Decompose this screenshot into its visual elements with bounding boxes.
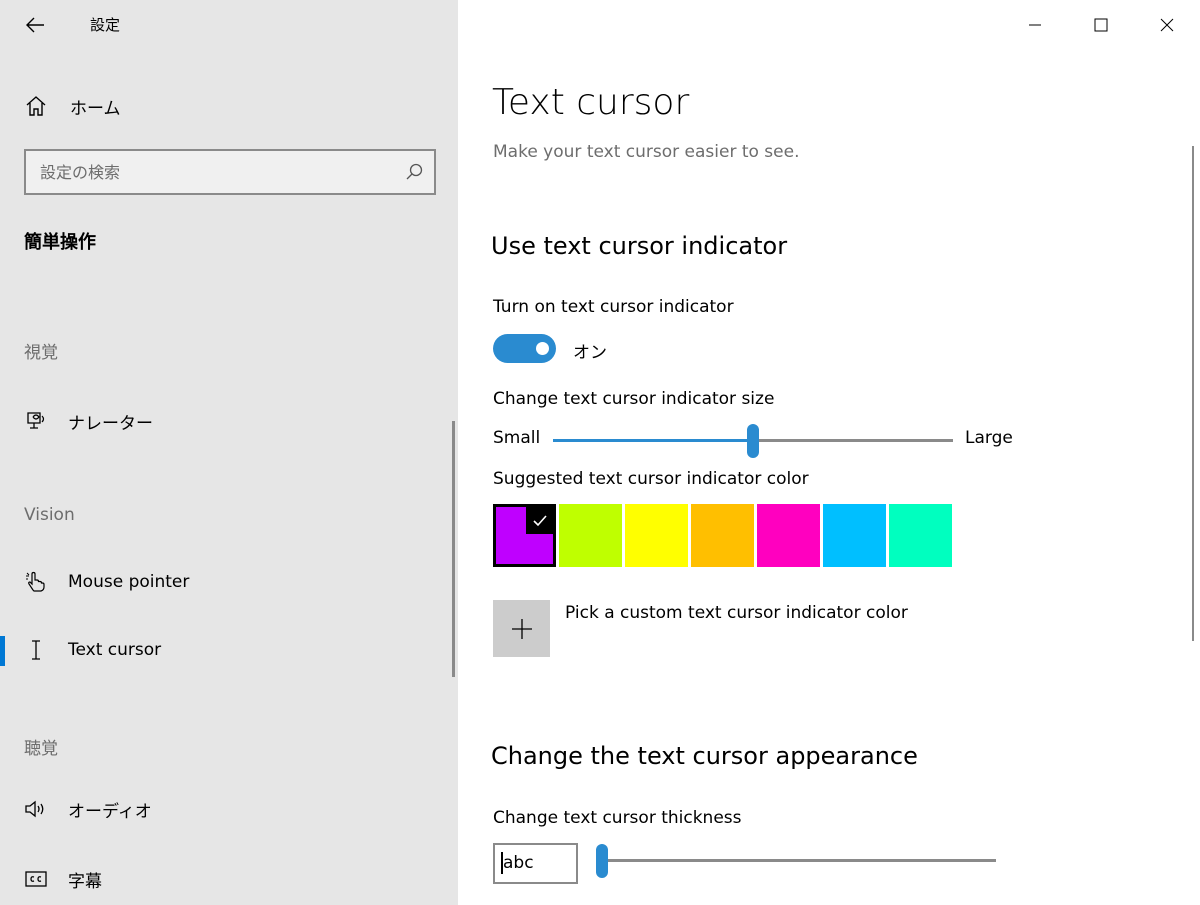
category-title: 簡単操作: [24, 232, 96, 253]
titlebar-left: 設定: [0, 0, 458, 50]
sidebar-item-mouse-pointer[interactable]: Mouse pointer: [0, 560, 458, 604]
sidebar: 設定 ホーム 簡単操作 視覚 ナレーター Vision Mouse point: [0, 0, 458, 905]
narrator-icon: [27, 412, 45, 429]
sidebar-scrollbar[interactable]: [452, 421, 455, 677]
page-title: Text cursor: [492, 82, 690, 123]
sidebar-item-label: Mouse pointer: [68, 572, 190, 592]
minimize-button[interactable]: [1002, 0, 1068, 50]
size-min-label: Small: [493, 428, 541, 448]
mouse-pointer-icon: [26, 571, 45, 592]
color-swatch[interactable]: [889, 504, 952, 567]
custom-color-label[interactable]: Pick a custom text cursor indicator colo…: [565, 603, 908, 623]
custom-color-button[interactable]: [493, 600, 550, 657]
maximize-icon: [1094, 18, 1108, 32]
back-arrow-icon: [26, 17, 44, 33]
size-slider-track-filled: [553, 439, 753, 442]
sidebar-item-audio[interactable]: オーディオ: [0, 787, 458, 831]
page-subtitle: Make your text cursor easier to see.: [493, 142, 800, 162]
app-title: 設定: [90, 16, 121, 34]
toggle-state-label: オン: [573, 343, 607, 363]
thickness-slider-track: [602, 859, 996, 862]
size-max-label: Large: [965, 428, 1013, 448]
color-swatch[interactable]: [493, 504, 556, 567]
section-label-hearing: 聴覚: [24, 739, 58, 759]
sidebar-item-narrator[interactable]: ナレーター: [0, 399, 458, 443]
back-button[interactable]: [22, 12, 48, 38]
thickness-slider[interactable]: [596, 843, 996, 879]
appearance-heading: Change the text cursor appearance: [491, 742, 918, 770]
content-scrollbar[interactable]: [1192, 146, 1194, 641]
color-swatch[interactable]: [559, 504, 622, 567]
size-slider-thumb[interactable]: [747, 424, 759, 458]
section-label-vision: Vision: [24, 505, 75, 525]
color-label: Suggested text cursor indicator color: [493, 469, 809, 489]
preview-text: abc: [503, 853, 534, 873]
sidebar-item-captions[interactable]: 字幕: [0, 857, 458, 901]
selection-indicator: [0, 636, 5, 666]
search-input[interactable]: [26, 151, 396, 193]
maximize-button[interactable]: [1068, 0, 1134, 50]
checkmark-icon: [526, 507, 553, 534]
plus-icon: [511, 618, 532, 639]
color-swatch[interactable]: [625, 504, 688, 567]
color-swatch[interactable]: [757, 504, 820, 567]
thickness-label: Change text cursor thickness: [493, 808, 742, 828]
section-label-vision-jp: 視覚: [24, 343, 58, 363]
sidebar-item-label: オーディオ: [68, 801, 152, 822]
home-button[interactable]: ホーム: [24, 91, 444, 121]
toggle-label: Turn on text cursor indicator: [493, 297, 734, 317]
home-label: ホーム: [70, 98, 121, 119]
color-swatch[interactable]: [691, 504, 754, 567]
thickness-slider-thumb[interactable]: [596, 844, 608, 878]
minimize-icon: [1029, 24, 1041, 26]
indicator-heading: Use text cursor indicator: [491, 232, 788, 260]
audio-icon: [25, 800, 44, 818]
sidebar-item-label: ナレーター: [68, 413, 153, 434]
close-button[interactable]: [1134, 0, 1200, 50]
home-icon: [26, 96, 46, 116]
size-slider[interactable]: [553, 423, 953, 459]
window-controls: [1002, 0, 1200, 50]
size-label: Change text cursor indicator size: [493, 389, 775, 409]
sidebar-item-label: 字幕: [68, 871, 102, 892]
text-cursor-indicator-toggle[interactable]: [493, 334, 556, 363]
close-icon: [1160, 18, 1174, 32]
thickness-preview: abc: [493, 843, 578, 884]
search-icon[interactable]: [404, 162, 424, 182]
toggle-knob: [536, 342, 549, 355]
color-swatches: [493, 504, 955, 567]
sidebar-item-text-cursor[interactable]: Text cursor: [0, 628, 458, 672]
color-swatch[interactable]: [823, 504, 886, 567]
search-box[interactable]: [24, 149, 436, 195]
sidebar-item-label: Text cursor: [68, 640, 162, 660]
text-cursor-icon: [32, 640, 40, 660]
captions-icon: [25, 871, 47, 887]
size-slider-track: [753, 439, 953, 442]
main-content: Text cursor Make your text cursor easier…: [458, 50, 1200, 905]
